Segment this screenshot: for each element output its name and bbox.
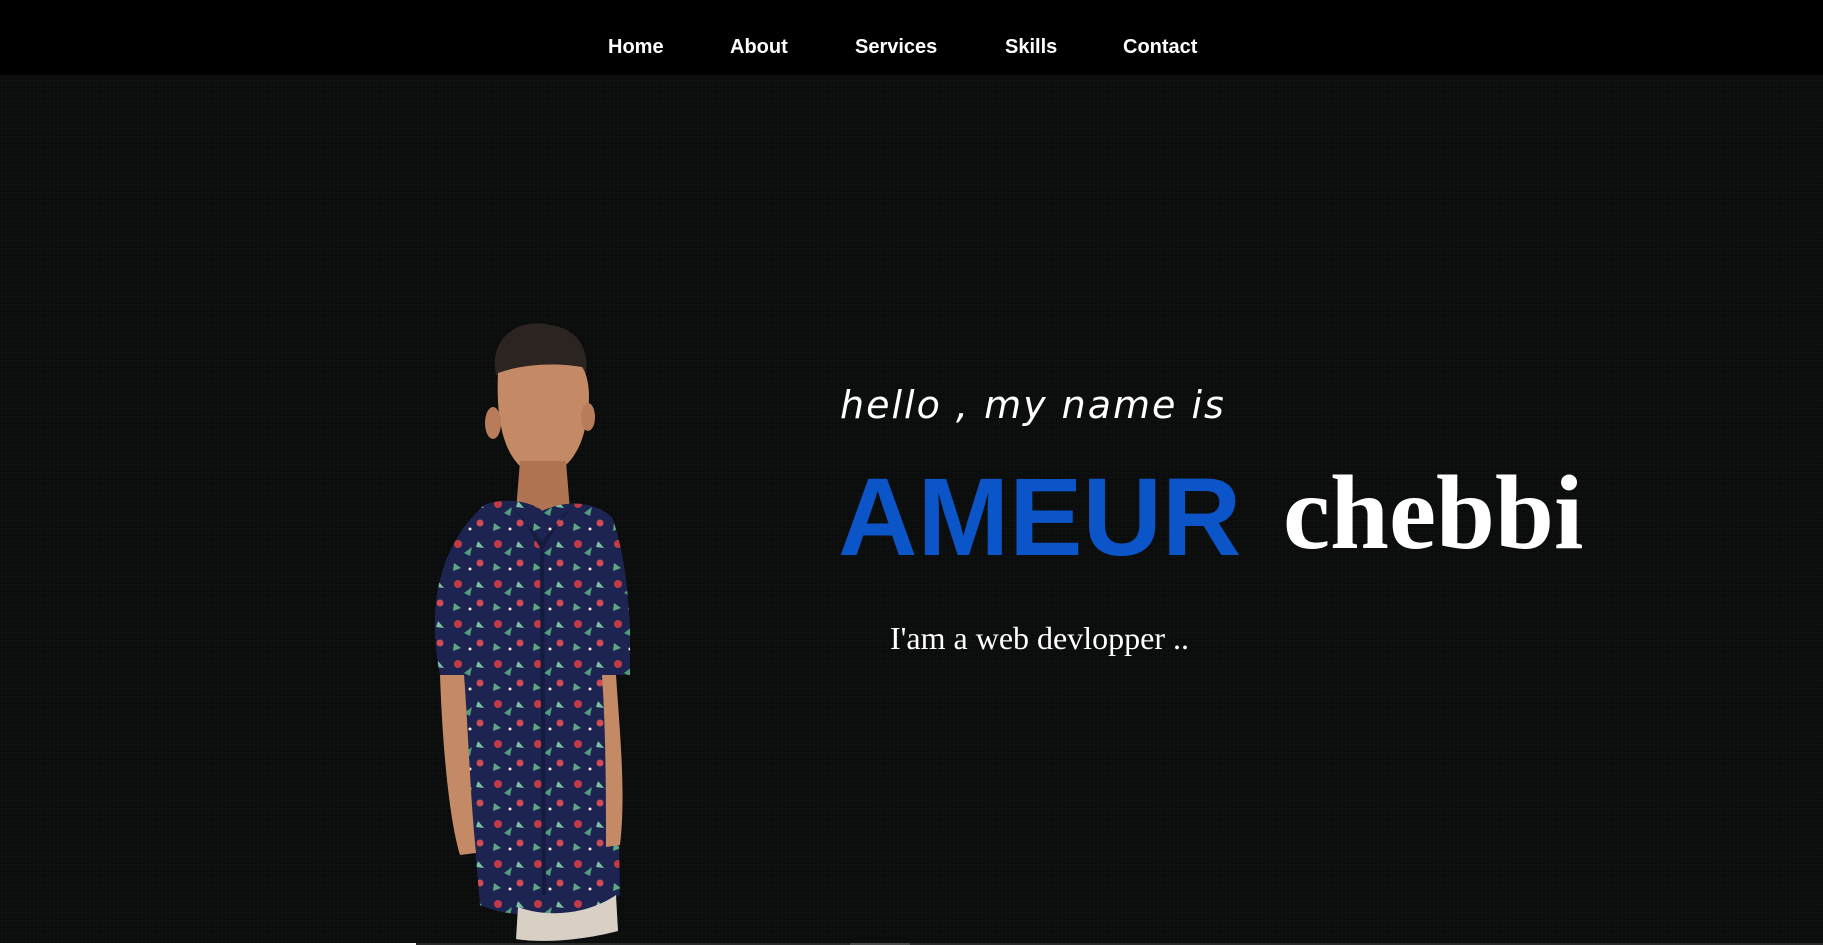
nav-services-link[interactable]: Services: [855, 36, 937, 59]
hero-greeting: hello , my name is: [840, 383, 1226, 427]
hero-last-name: chebbi: [1283, 454, 1584, 571]
nav-skills-link[interactable]: Skills: [1005, 36, 1057, 59]
nav-contact-link[interactable]: Contact: [1123, 36, 1197, 59]
nav-home-link[interactable]: Home: [608, 36, 664, 59]
top-navbar: Home About Services Skills Contact: [0, 0, 1823, 75]
portrait-image: [434, 323, 630, 941]
hero-section: hello , my name is AMEUR chebbi I'am a w…: [0, 75, 1823, 943]
hero-first-name: AMEUR: [838, 456, 1242, 579]
hero-tagline: I'am a web devlopper ..: [890, 620, 1189, 656]
nav-about-link[interactable]: About: [730, 36, 788, 59]
